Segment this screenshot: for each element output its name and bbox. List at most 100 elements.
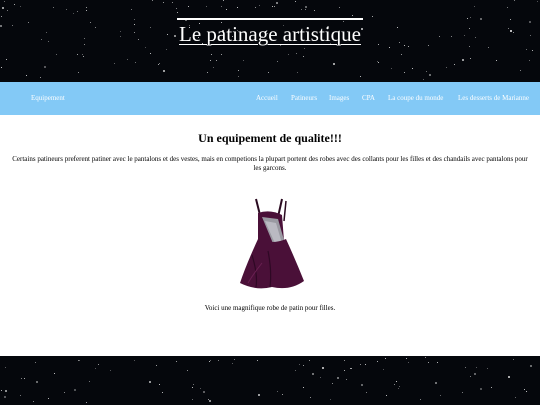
- star: [4, 396, 6, 398]
- site-title-text: Le patinage artistique: [177, 18, 363, 48]
- star: [14, 4, 15, 5]
- star: [274, 6, 275, 7]
- star: [305, 9, 306, 10]
- star: [288, 54, 289, 55]
- nav-link-patineurs[interactable]: Patineurs: [291, 82, 317, 115]
- star: [238, 76, 239, 77]
- star: [135, 62, 136, 63]
- star: [268, 72, 269, 73]
- star: [462, 392, 463, 393]
- star: [86, 7, 87, 8]
- star: [44, 66, 46, 68]
- star: [301, 9, 302, 10]
- nav-link-images[interactable]: Images: [329, 82, 349, 115]
- star: [4, 1, 5, 2]
- star: [243, 60, 244, 61]
- star: [378, 62, 379, 63]
- star: [312, 373, 314, 375]
- star: [360, 364, 361, 365]
- star: [423, 79, 424, 80]
- star: [234, 359, 235, 360]
- star: [491, 387, 492, 388]
- star: [188, 6, 189, 7]
- star: [272, 6, 273, 7]
- star: [73, 13, 74, 14]
- star: [344, 360, 345, 361]
- star: [56, 54, 57, 55]
- star: [282, 394, 283, 395]
- star: [36, 381, 38, 383]
- star: [333, 63, 335, 65]
- star: [426, 71, 427, 72]
- star: [200, 388, 201, 389]
- star: [408, 362, 409, 363]
- star: [487, 368, 488, 369]
- star: [412, 68, 413, 69]
- star: [207, 72, 208, 73]
- nav-link-desserts[interactable]: Les desserts de Marianne: [458, 82, 529, 115]
- star: [532, 50, 533, 51]
- star: [237, 7, 238, 8]
- star: [396, 381, 397, 382]
- star: [134, 360, 135, 361]
- star: [360, 76, 361, 77]
- star: [507, 7, 508, 8]
- star: [20, 6, 21, 7]
- star: [166, 49, 167, 50]
- star: [158, 64, 159, 65]
- star: [305, 6, 307, 8]
- star: [297, 72, 298, 73]
- star: [21, 378, 22, 379]
- star: [352, 15, 353, 16]
- star: [365, 364, 366, 365]
- image-caption: Voici une magnifique robe de patin pour …: [204, 304, 336, 312]
- star: [470, 58, 471, 59]
- star: [159, 384, 160, 385]
- nav-link-coupe-du-monde[interactable]: La coupe du monde: [388, 82, 443, 115]
- star: [514, 0, 515, 1]
- star: [255, 7, 256, 8]
- star: [35, 362, 36, 363]
- star: [332, 383, 333, 384]
- star: [86, 402, 87, 403]
- star: [372, 16, 373, 17]
- star: [176, 8, 177, 9]
- star: [470, 376, 471, 377]
- star: [33, 401, 34, 402]
- star: [78, 72, 79, 73]
- star: [187, 370, 188, 371]
- star: [377, 361, 378, 362]
- nav-link-cpa[interactable]: CPA: [362, 82, 375, 115]
- star: [299, 364, 300, 365]
- star: [221, 54, 222, 55]
- star: [209, 361, 210, 362]
- star: [385, 358, 386, 359]
- star: [131, 9, 132, 10]
- star: [20, 395, 21, 396]
- star: [258, 394, 260, 396]
- star: [77, 11, 78, 12]
- star: [6, 59, 7, 60]
- star: [513, 359, 514, 360]
- nav-link-accueil[interactable]: Accueil: [256, 82, 278, 115]
- star: [210, 60, 211, 61]
- star: [232, 363, 233, 364]
- star: [1, 16, 2, 17]
- star: [211, 54, 212, 55]
- star: [162, 392, 163, 393]
- star: [257, 360, 258, 361]
- star: [276, 2, 278, 4]
- star: [172, 2, 173, 3]
- star: [303, 387, 304, 388]
- star: [156, 365, 157, 366]
- star: [163, 70, 165, 72]
- star: [295, 370, 296, 371]
- star: [320, 377, 321, 378]
- star: [526, 391, 527, 392]
- star: [524, 389, 525, 390]
- star: [309, 360, 310, 361]
- star: [89, 381, 90, 382]
- nav-brand-equipement[interactable]: Equipement: [31, 82, 65, 115]
- star: [344, 370, 345, 371]
- star: [203, 391, 205, 393]
